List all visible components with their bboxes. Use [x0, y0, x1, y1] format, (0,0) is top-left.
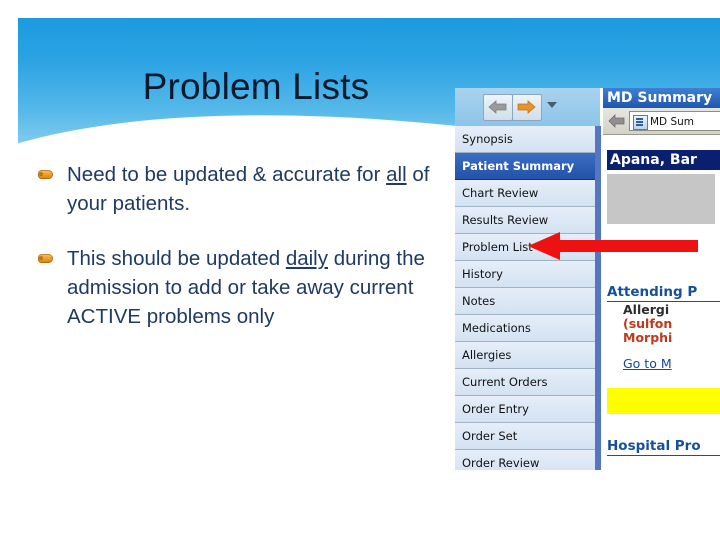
- goto-link[interactable]: Go to M: [623, 356, 720, 371]
- tab-label: MD Sum: [650, 116, 695, 128]
- sidebar-item-medications[interactable]: Medications: [455, 315, 600, 342]
- forward-button[interactable]: [512, 94, 542, 121]
- back-arrow-icon: [488, 100, 507, 114]
- bullet-icon: [38, 254, 53, 263]
- emr-screenshot-image: Synopsis Patient Summary Chart Review Resul…: [455, 88, 720, 470]
- patient-name-bar: Apana, Bar: [607, 150, 720, 170]
- bullet-text-pre: This should be updated: [67, 247, 286, 270]
- section-heading-attending: Attending P: [607, 284, 720, 302]
- bullet-text: Need to be updated & accurate for all of…: [67, 160, 444, 218]
- emr-nav-toolbar: [455, 88, 600, 126]
- sidebar-item-order-review[interactable]: Order Review: [455, 450, 600, 470]
- list-item: Need to be updated & accurate for all of…: [34, 160, 444, 218]
- pane-tabbar: MD Sum: [603, 108, 720, 135]
- highlight-box: [607, 388, 720, 414]
- sidebar-item-patient-summary[interactable]: Patient Summary: [455, 153, 600, 180]
- sidebar-item-chart-review[interactable]: Chart Review: [455, 180, 600, 207]
- sidebar-item-results-review[interactable]: Results Review: [455, 207, 600, 234]
- list-item: This should be updated daily during the …: [34, 244, 444, 331]
- bullet-text-emphasis: all: [386, 163, 407, 186]
- bullet-text: This should be updated daily during the …: [67, 244, 444, 331]
- page-title: Problem Lists: [142, 66, 370, 107]
- pane-back-arrow-icon[interactable]: [608, 114, 625, 128]
- section-heading-hospital: Hospital Pro: [607, 438, 720, 456]
- placeholder-panel: [607, 174, 715, 224]
- tab-md-summary[interactable]: MD Sum: [629, 111, 720, 131]
- allergy-item-sulfa: (sulfon: [623, 316, 673, 331]
- sidebar-item-synopsis[interactable]: Synopsis: [455, 126, 600, 153]
- emr-content-pane: MD Summary MD Sum Apana, Bar Attending P…: [603, 88, 720, 470]
- document-icon: [633, 115, 648, 130]
- bullet-text-emphasis: daily: [285, 247, 328, 270]
- sidebar-item-notes[interactable]: Notes: [455, 288, 600, 315]
- allergy-item-morphine: Morphi: [623, 330, 673, 345]
- back-button[interactable]: [483, 94, 513, 121]
- emr-nav-column: Synopsis Patient Summary Chart Review Resul…: [455, 88, 601, 470]
- sidebar-item-order-entry[interactable]: Order Entry: [455, 396, 600, 423]
- bullet-icon: [38, 170, 53, 179]
- pane-title: MD Summary: [603, 88, 720, 108]
- forward-arrow-icon: [517, 100, 536, 114]
- sidebar-item-allergies[interactable]: Allergies: [455, 342, 600, 369]
- chevron-down-icon[interactable]: [547, 102, 557, 108]
- bullet-list: Need to be updated & accurate for all of…: [34, 160, 444, 357]
- sidebar-item-history[interactable]: History: [455, 261, 600, 288]
- sidebar-item-current-orders[interactable]: Current Orders: [455, 369, 600, 396]
- bullet-text-pre: Need to be updated & accurate for: [67, 163, 387, 186]
- sidebar-item-order-set[interactable]: Order Set: [455, 423, 600, 450]
- scrollbar[interactable]: [595, 126, 601, 470]
- red-left-arrow-icon: [528, 232, 698, 260]
- slide: Problem Lists Need to be updated & accur…: [0, 0, 720, 540]
- allergy-label: Allergi: [623, 302, 670, 317]
